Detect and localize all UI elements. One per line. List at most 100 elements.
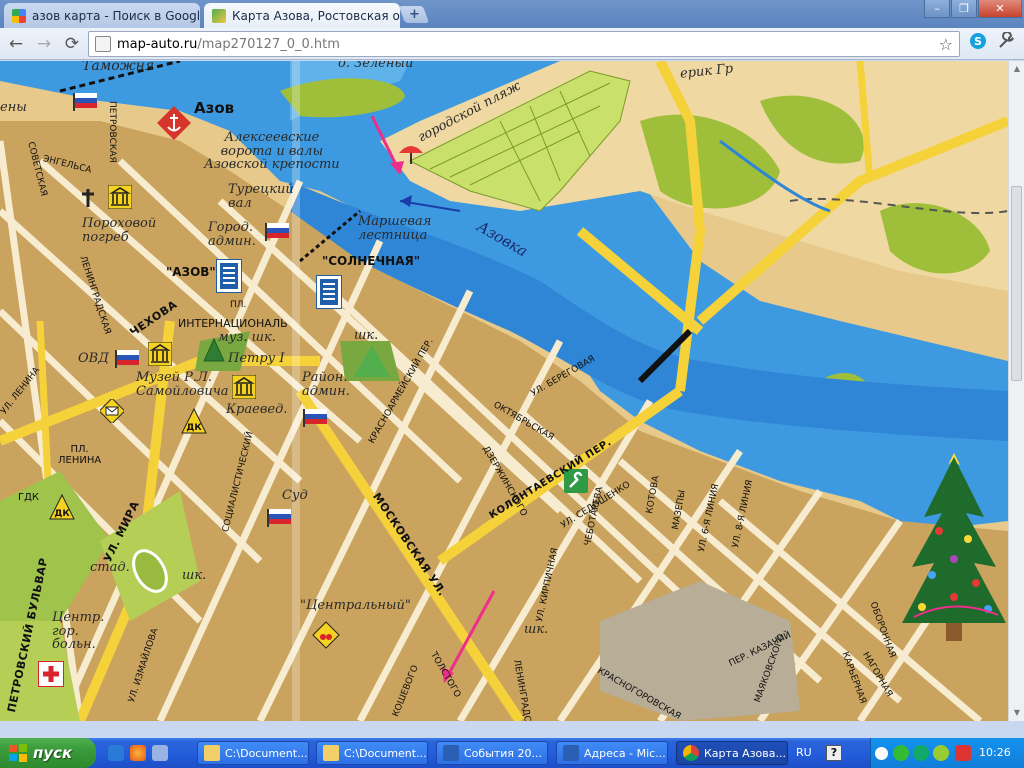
tab-azov-map[interactable]: Карта Азова, Ростовская об ✕ <box>204 3 400 28</box>
tab-google-search[interactable]: азов карта - Поиск в Google ✕ <box>4 3 200 28</box>
scroll-up-arrow-icon[interactable]: ▲ <box>1009 61 1024 77</box>
tab-strip: азов карта - Поиск в Google ✕ Карта Азов… <box>0 0 1024 28</box>
page-icon <box>95 36 111 52</box>
museum-icon <box>148 342 172 366</box>
flag-icon <box>265 223 289 241</box>
map-label: ены <box>0 100 27 115</box>
tab-label: Карта Азова, Ростовская об <box>232 8 400 23</box>
new-tab-button[interactable]: + <box>398 6 430 23</box>
map-favicon-icon <box>212 8 226 23</box>
map-label: Город. админ. <box>208 220 256 249</box>
map-label: ГДК <box>18 492 40 503</box>
minimize-button[interactable]: – <box>924 0 950 18</box>
map-label: Петру I <box>228 351 285 366</box>
reload-button[interactable]: ⟳ <box>60 32 84 56</box>
scroll-down-arrow-icon[interactable]: ▼ <box>1009 705 1024 721</box>
google-favicon-icon <box>12 8 26 23</box>
word-icon <box>563 745 579 761</box>
system-tray: 10:26 <box>870 738 1024 768</box>
flag-icon <box>115 350 139 368</box>
map-label: "СОЛНЕЧНАЯ" <box>322 254 420 268</box>
culture-house-icon: ДК <box>181 407 207 434</box>
wrench-icon[interactable] <box>994 31 1018 56</box>
map-label: муз. шк. <box>218 330 276 345</box>
taskbar-item[interactable]: Адреса - Mic... <box>556 741 668 765</box>
maximize-button[interactable]: ❐ <box>951 0 977 18</box>
taskbar-item[interactable]: C:\Document... <box>197 741 309 765</box>
monument-icon <box>354 345 390 377</box>
map-label: Музей Р.Л. Самойловича <box>136 370 229 399</box>
map-label: Краевед. <box>226 402 288 417</box>
map-label: ПЛ. <box>230 300 247 310</box>
chrome-icon <box>683 745 699 761</box>
svg-text:ДК: ДК <box>186 423 202 433</box>
hotel-solnechnaya-icon <box>316 275 342 309</box>
help-icon[interactable]: ? <box>826 745 842 761</box>
shield-icon[interactable] <box>955 745 971 761</box>
start-label: пуск <box>33 744 73 762</box>
map-label: Центр. гор. больн. <box>52 610 105 653</box>
map-label: "АЗОВ" <box>166 265 216 279</box>
address-bar[interactable]: map-auto.ru /map270127_0_0.htm ☆ <box>88 31 960 57</box>
bookmark-star-icon[interactable]: ☆ <box>939 35 953 54</box>
market-icon <box>312 621 340 649</box>
clock: 10:26 <box>979 746 1011 759</box>
svg-text:S: S <box>974 35 982 48</box>
map-label: Алексеевские ворота и валы Азовской креп… <box>204 130 340 173</box>
vertical-scrollbar[interactable]: ▲ ▼ <box>1008 61 1024 721</box>
skype-extension-icon[interactable]: S <box>966 32 990 56</box>
taskbar-item[interactable]: C:\Document... <box>316 741 428 765</box>
church-cross-icon <box>82 189 94 207</box>
start-button[interactable]: пуск <box>0 738 96 768</box>
map-label: ОВД <box>78 351 109 366</box>
windows-taskbar: пуск C:\Document... C:\Document... Событ… <box>0 738 1024 768</box>
museum-icon <box>108 185 132 209</box>
antivirus-icon[interactable] <box>933 745 949 761</box>
map-label: "Центральный" <box>300 598 411 613</box>
taskbar-item-label: События 20... <box>464 746 543 760</box>
flag-icon <box>73 93 97 111</box>
scrollbar-thumb[interactable] <box>1011 186 1022 381</box>
map-viewport[interactable]: ДК ДК Таможня ены Азов Алексеевские воро… <box>0 61 1008 721</box>
taskbar-item-label: Карта Азова... <box>704 746 786 760</box>
back-button[interactable]: ← <box>4 32 28 56</box>
messenger-icon[interactable] <box>913 745 929 761</box>
taskbar-item-label: Адреса - Mic... <box>584 746 666 760</box>
culture-house-icon: ДК <box>49 493 75 520</box>
tray-expand-icon[interactable] <box>875 747 888 760</box>
firefox-icon[interactable] <box>130 745 146 761</box>
hospital-cross-icon <box>38 661 64 687</box>
forward-button[interactable]: → <box>32 32 56 56</box>
map-label: шк. <box>182 568 207 583</box>
street-label: ПЕТРОВСКАЯ <box>107 101 117 163</box>
svg-text:ДК: ДК <box>54 509 70 519</box>
network-icon[interactable] <box>893 745 909 761</box>
taskbar-item[interactable]: События 20... <box>436 741 548 765</box>
url-path: /map270127_0_0.htm <box>197 36 340 52</box>
map-label: Турецкий вал <box>228 182 294 211</box>
flag-icon <box>267 509 291 527</box>
folder-icon <box>323 745 339 761</box>
ie-icon[interactable] <box>108 745 124 761</box>
word-icon <box>443 745 459 761</box>
map-label: шк. <box>524 622 549 637</box>
language-indicator[interactable]: RU <box>796 746 812 759</box>
taskbar-item-label: C:\Document... <box>344 746 427 760</box>
show-desktop-icon[interactable] <box>152 745 168 761</box>
tab-label: азов карта - Поиск в Google <box>32 8 200 23</box>
flag-icon <box>303 409 327 427</box>
map-label: Район. админ. <box>302 370 350 399</box>
close-window-button[interactable]: ✕ <box>978 0 1022 18</box>
christmas-tree-icon <box>902 453 1006 641</box>
map-label: ПЛ. ЛЕНИНА <box>58 444 102 466</box>
map-label: Пороховой погреб <box>82 216 157 245</box>
hotel-azov-icon <box>216 259 242 293</box>
taskbar-item[interactable]: Карта Азова... <box>676 741 788 765</box>
post-office-icon <box>100 399 124 423</box>
map-label: Азов <box>194 99 235 117</box>
port-anchor-icon <box>157 106 191 140</box>
browser-toolbar: ← → ⟳ map-auto.ru /map270127_0_0.htm ☆ S <box>0 28 1024 60</box>
windows-logo-icon <box>9 744 27 762</box>
taskbar-item-label: C:\Document... <box>225 746 308 760</box>
map-label: ИНТЕРНАЦИОНАЛЬ <box>178 317 288 330</box>
